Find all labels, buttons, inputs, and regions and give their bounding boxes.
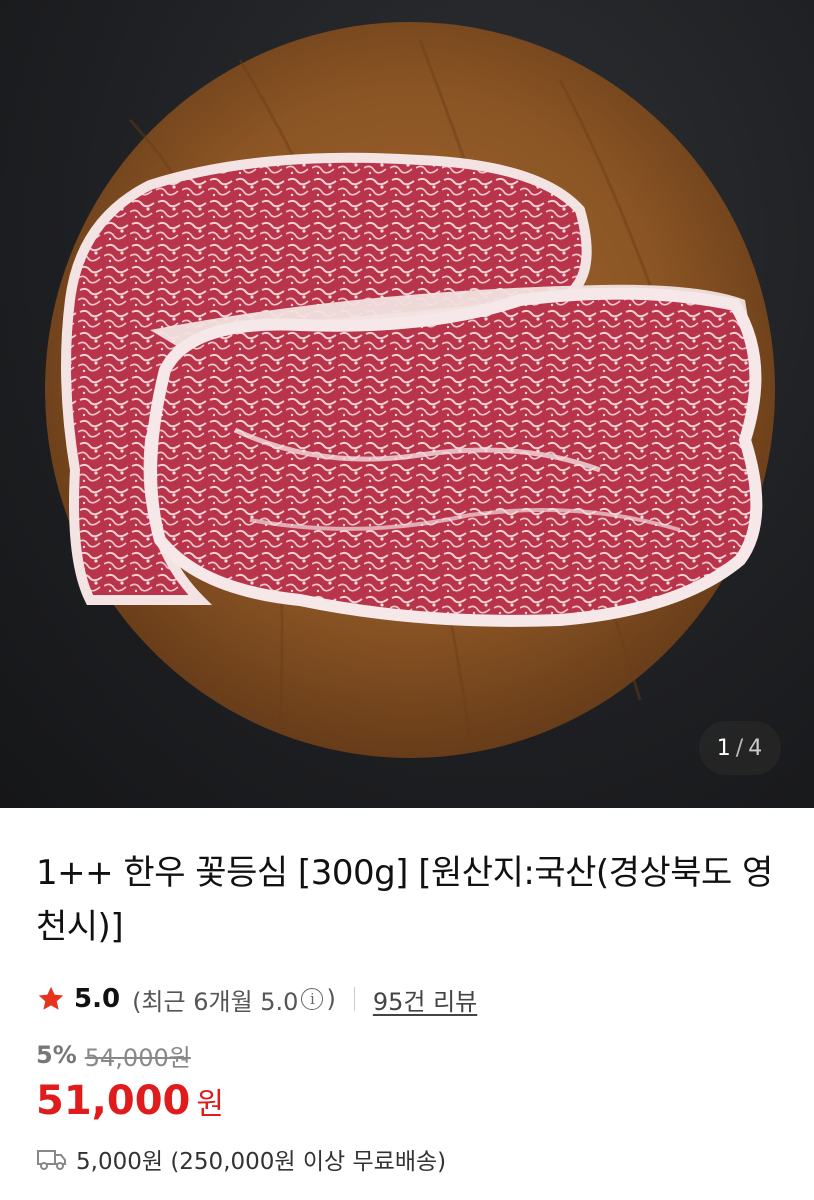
shipping-fee: 5,000원 (250,000원 이상 무료배송) xyxy=(76,1149,447,1175)
image-counter-separator: / xyxy=(735,735,745,761)
truck-icon xyxy=(37,1150,66,1170)
original-price-row: 5% 54,000원 xyxy=(36,1038,778,1072)
steak-front xyxy=(145,287,763,627)
recent-rating-prefix: (최근 6개월 5.0 xyxy=(132,987,299,1016)
image-counter-current: 1 xyxy=(716,735,732,761)
sale-price-row: 51,000 원 xyxy=(36,1078,778,1124)
shipping-row: 5,000원 (250,000원 이상 무료배송) xyxy=(36,1142,778,1176)
info-icon[interactable]: i xyxy=(301,988,324,1010)
recent-rating: (최근 6개월 5.0 i ) xyxy=(132,982,336,1017)
product-info: 1++ 한우 꽃등심 [300g] [원산지:국산(경상북도 영천시)] 5.0… xyxy=(0,846,814,1176)
product-image-gallery[interactable]: 1 / 4 xyxy=(0,0,814,808)
star-icon xyxy=(38,986,64,1010)
original-price: 54,000원 xyxy=(84,1043,191,1072)
product-title: 1++ 한우 꽃등심 [300g] [원산지:국산(경상북도 영천시)] xyxy=(36,853,773,947)
divider xyxy=(353,987,355,1011)
image-counter: 1 / 4 xyxy=(699,721,781,775)
recent-rating-suffix: ) xyxy=(326,985,336,1013)
image-counter-total: 4 xyxy=(748,735,764,761)
discount-rate: 5% xyxy=(36,1041,77,1069)
rating-score: 5.0 xyxy=(74,984,121,1014)
review-count-link[interactable]: 95건 리뷰 xyxy=(373,982,477,1017)
currency-unit: 원 xyxy=(196,1087,224,1122)
rating-row: 5.0 (최근 6개월 5.0 i ) 95건 리뷰 xyxy=(36,982,778,1016)
sale-price: 51,000 xyxy=(36,1078,191,1124)
product-photo xyxy=(45,22,775,758)
